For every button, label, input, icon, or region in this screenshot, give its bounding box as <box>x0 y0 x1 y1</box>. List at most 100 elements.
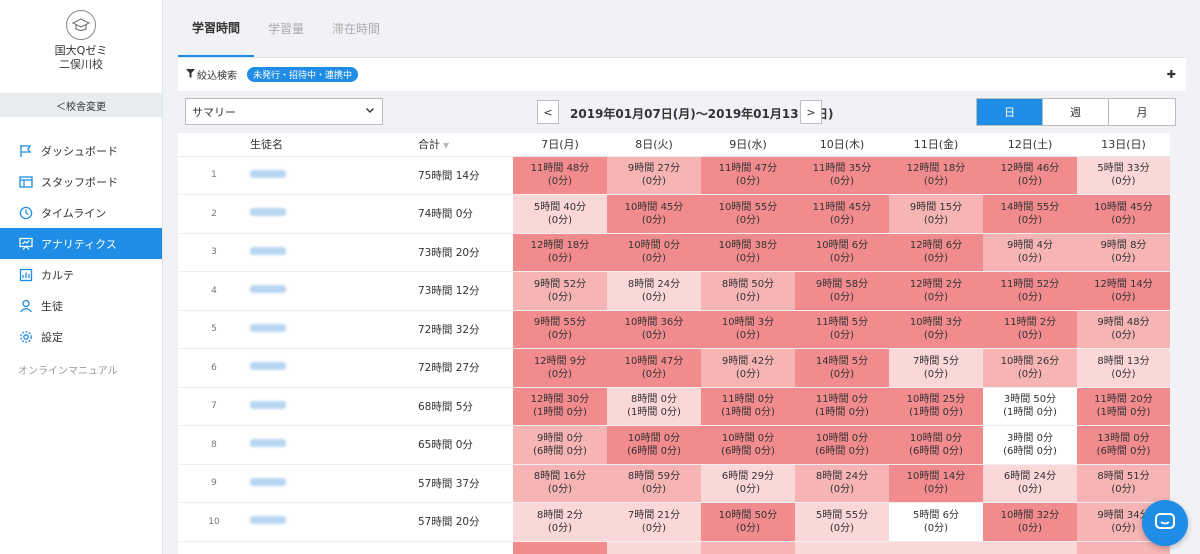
study-time-value: 10時間 25分 <box>906 394 966 406</box>
day-time-cell: 8時間 24分 (0分) <box>795 464 889 503</box>
study-time-value: 8時間 59分 <box>627 471 681 483</box>
period-month-button[interactable]: 月 <box>1109 99 1175 125</box>
day-time-cell: 12時間 18分 (0分) <box>513 233 607 272</box>
col-header-day[interactable]: 9日(水) <box>701 133 795 157</box>
col-header-day[interactable]: 13日(日) <box>1077 133 1170 157</box>
total-time-cell: 72時間 32分 <box>418 310 513 349</box>
col-header-day[interactable]: 8日(火) <box>607 133 701 157</box>
student-name-cell[interactable] <box>250 425 418 465</box>
table-row[interactable]: 3 73時間 20分 12時間 18分 (0分) 10時間 0分 (0分) 10時間 38分… <box>178 233 1170 272</box>
study-time-value: 6時間 24分 <box>1003 471 1057 483</box>
col-header-day[interactable]: 10日(木) <box>795 133 889 157</box>
col-header-day[interactable]: 12日(土) <box>983 133 1077 157</box>
sidebar-item-timeline[interactable]: タイムライン <box>0 197 162 228</box>
col-header-day[interactable]: 11日(金) <box>889 133 983 157</box>
next-week-button[interactable]: > <box>800 100 822 124</box>
tab-study-amount[interactable]: 学習量 <box>254 0 318 57</box>
student-name-blurred[interactable] <box>250 208 286 217</box>
student-name-blurred[interactable] <box>250 477 286 486</box>
student-name-cell[interactable] <box>250 156 418 195</box>
study-time-value: 12時間 46分 <box>1000 163 1060 175</box>
sidebar-item-label: スタッフボード <box>41 175 118 189</box>
student-name-cell[interactable] <box>250 502 418 542</box>
online-manual-link[interactable]: オンラインマニュアル <box>0 362 162 377</box>
study-time-value: 14時間 55分 <box>1000 201 1060 213</box>
student-name-blurred[interactable] <box>250 516 286 525</box>
table-row[interactable]: 1 75時間 14分 11時間 48分 (0分) 9時間 27分 (0分) 11時間 47分… <box>178 156 1170 195</box>
student-name-blurred[interactable] <box>250 169 286 178</box>
sub-time-value: (0分) <box>829 176 855 188</box>
student-name-cell[interactable] <box>250 464 418 503</box>
sub-time-value: (0分) <box>829 330 855 342</box>
student-name-cell[interactable] <box>250 310 418 349</box>
status-filter-badge[interactable]: 未発行・招待中・連携中 <box>247 67 359 82</box>
total-time-cell: 73時間 20分 <box>418 233 513 272</box>
day-time-cell: 7時間 5分 (0分) <box>889 348 983 388</box>
clock-icon <box>18 205 34 221</box>
study-time-table: 生徒名 合計 ▼ 7日(月) 8日(火) 9日(水) 10日(木) 11日(金) … <box>178 133 1170 554</box>
expand-plus-icon[interactable]: ✚ <box>1167 68 1176 81</box>
day-time-cell: 7時間 21分 (0分) <box>607 502 701 542</box>
student-name-cell[interactable] <box>250 348 418 388</box>
sidebar-item-dashboard[interactable]: ダッシュボード <box>0 135 162 166</box>
student-name-blurred[interactable] <box>250 362 286 371</box>
study-time-value: 5時間 33分 <box>1097 163 1150 175</box>
switch-school-button[interactable]: ＜校舎変更 <box>0 93 162 117</box>
day-time-cell: 11時間 47分 (0分) <box>701 156 795 195</box>
period-day-button[interactable]: 日 <box>977 99 1043 125</box>
sidebar: 国大Qゼミ 二俣川校 ＜校舎変更 ダッシュボード スタッフボード タイムライン … <box>0 0 163 554</box>
study-time-value: 11時間 2分 <box>1003 317 1057 329</box>
day-time-cell: 8時間 0分 (1時間 0分) <box>607 387 701 426</box>
col-header-total[interactable]: 合計 ▼ <box>418 133 513 157</box>
sub-time-value: (6時間 0分) <box>721 445 775 457</box>
table-row[interactable]: 5 72時間 32分 9時間 55分 (0分) 10時間 36分 (0分) 10時間 3分(… <box>178 310 1170 349</box>
chat-launcher-button[interactable] <box>1142 500 1188 546</box>
view-select[interactable]: サマリー <box>185 98 383 125</box>
table-row[interactable]: 10 57時間 20分 8時間 2分 (0分) 7時間 21分 (0分) 10時間 50分(… <box>178 502 1170 542</box>
table-row[interactable]: 9 57時間 37分 8時間 16分 (0分) 8時間 59分 (0分) 6時間 29分 (0… <box>178 464 1170 503</box>
student-name-cell[interactable] <box>250 541 418 554</box>
study-time-value: 7時間 5分 <box>913 355 959 367</box>
sidebar-item-analytics[interactable]: アナリティクス <box>0 228 162 259</box>
student-name-blurred[interactable] <box>250 285 286 294</box>
sidebar-item-settings[interactable]: 設定 <box>0 321 162 352</box>
sidebar-item-staffboard[interactable]: スタッフボード <box>0 166 162 197</box>
day-time-cell: 5時間 40分 (0分) <box>513 194 607 234</box>
total-time-cell: 57時間 20分 <box>418 502 513 542</box>
study-time-value: 8時間 0分 <box>631 394 677 406</box>
col-header-name[interactable]: 生徒名 <box>250 133 418 157</box>
sub-time-value: (0分) <box>923 484 949 496</box>
day-time-cell: 10時間 14分 (0分) <box>889 464 983 503</box>
sidebar-item-students[interactable]: 生徒 <box>0 290 162 321</box>
table-row[interactable]: 2 74時間 0分 5時間 40分 (0分) 10時間 45分 (0分) 10時間 55分(… <box>178 194 1170 234</box>
col-header-day[interactable]: 7日(月) <box>513 133 607 157</box>
student-name-blurred[interactable] <box>250 400 286 409</box>
student-name-blurred[interactable] <box>250 246 286 255</box>
period-week-button[interactable]: 週 <box>1043 99 1109 125</box>
study-time-value: 10時間 0分 <box>721 432 775 444</box>
student-name-cell[interactable] <box>250 194 418 234</box>
sidebar-item-karte[interactable]: カルテ <box>0 259 162 290</box>
tab-stay-time[interactable]: 滞在時間 <box>318 0 394 57</box>
student-name-cell[interactable] <box>250 271 418 311</box>
tab-study-time[interactable]: 学習時間 <box>178 0 255 57</box>
student-name-cell[interactable] <box>250 387 418 426</box>
table-row[interactable]: 7 68時間 5分 12時間 30分 (1時間 0分) 8時間 0分 (1時間 0分) 11… <box>178 387 1170 426</box>
table-row[interactable]: 9時間 55分7時間 39分9時間 48分6時間 32分5時間 39分7時間 4… <box>178 541 1170 554</box>
total-time-cell: 74時間 0分 <box>418 194 513 234</box>
student-name-blurred[interactable] <box>250 439 286 448</box>
day-time-cell: 11時間 5分 (0分) <box>795 310 889 349</box>
prev-week-button[interactable]: < <box>537 100 559 124</box>
sort-icon: ▼ <box>443 141 450 151</box>
table-row[interactable]: 4 73時間 12分 9時間 52分 (0分) 8時間 24分 (0分) 8時間 50分 (0… <box>178 271 1170 311</box>
sub-time-value: (0分) <box>1017 484 1043 496</box>
sub-time-value: (0分) <box>547 330 573 342</box>
student-name-blurred[interactable] <box>250 323 286 332</box>
filter-search-toggle[interactable]: 絞込検索 <box>186 67 237 82</box>
student-name-cell[interactable] <box>250 233 418 272</box>
table-row[interactable]: 6 72時間 27分 12時間 9分 (0分) 10時間 47分 (0分) 9時間 42分(… <box>178 348 1170 388</box>
table-row[interactable]: 8 65時間 0分 9時間 0分 (6時間 0分) 10時間 0分 (6時間 0分) 10時… <box>178 425 1170 465</box>
sub-time-value: (1時間 0分) <box>627 407 681 419</box>
sub-time-value: (0分) <box>735 291 761 303</box>
sub-time-value: (0分) <box>641 291 667 303</box>
